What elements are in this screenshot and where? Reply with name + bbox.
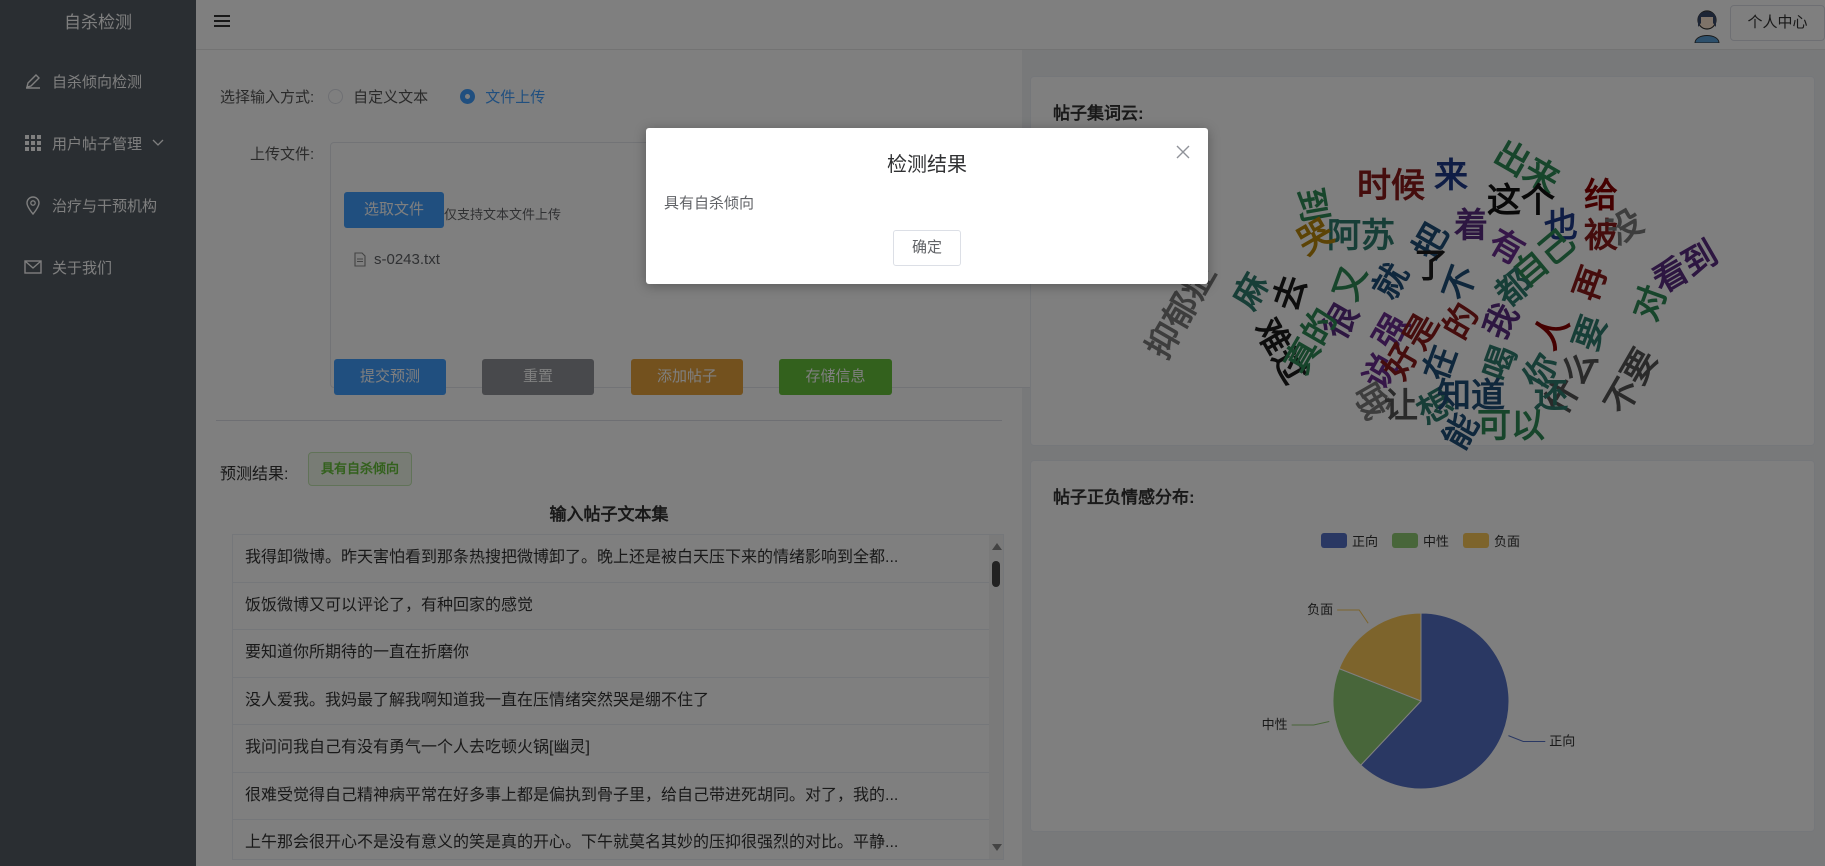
dialog-message: 具有自杀倾向 [664,195,755,212]
close-icon[interactable] [1176,142,1190,165]
confirm-button[interactable]: 确定 [893,230,961,266]
dialog-title: 检测结果 [887,154,967,176]
result-dialog: 检测结果 具有自杀倾向 确定 [646,128,1208,284]
